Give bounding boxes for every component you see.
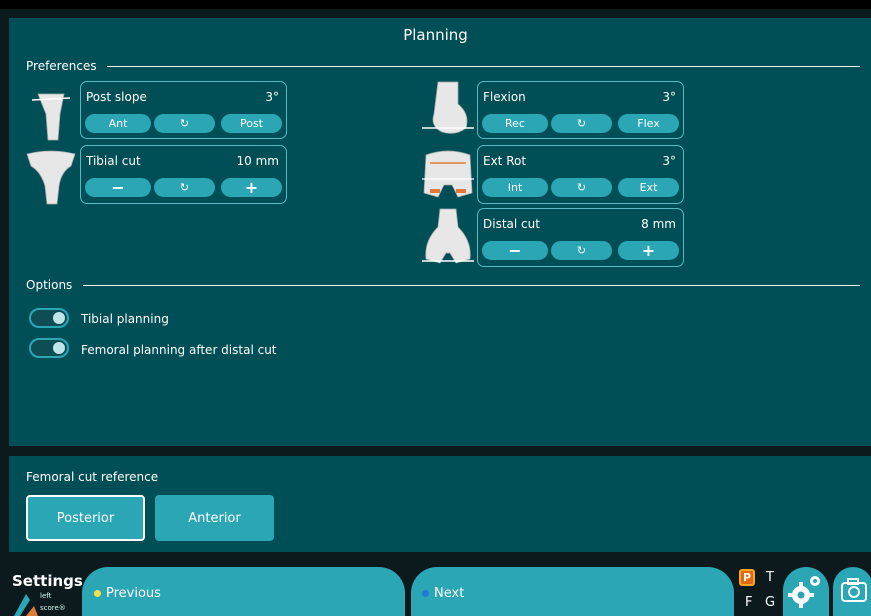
ext-rot-label: Ext Rot xyxy=(483,154,527,168)
post-slope-label: Post slope xyxy=(86,90,147,104)
distal-cut-control: Distal cut 8 mm − ↻ + xyxy=(477,208,684,267)
indicator-f: F xyxy=(745,595,753,610)
distal-cut-reset-button[interactable]: ↻ xyxy=(551,241,612,260)
post-slope-ant-button[interactable]: Ant xyxy=(85,114,151,133)
flexion-value: 3° xyxy=(662,90,676,104)
options-label: Options xyxy=(26,278,73,292)
anterior-option-button[interactable]: Anterior xyxy=(155,495,274,541)
next-label: Next xyxy=(434,585,465,601)
tibial-planning-toggle[interactable] xyxy=(29,308,69,328)
preferences-label: Preferences xyxy=(26,59,97,73)
ext-rot-control: Ext Rot 3° Int ↻ Ext xyxy=(477,145,684,204)
ext-rot-int-button[interactable]: Int xyxy=(482,178,548,197)
post-slope-control: Post slope 3° Ant ↻ Post xyxy=(80,81,287,139)
distal-cut-minus-button[interactable]: − xyxy=(482,241,548,260)
indicator-t: T xyxy=(766,570,774,585)
post-slope-reset-button[interactable]: ↻ xyxy=(154,114,215,133)
distal-cut-plus-button[interactable]: + xyxy=(618,241,679,260)
ext-rot-value: 3° xyxy=(662,154,676,168)
next-dot-icon xyxy=(422,589,429,597)
ext-rot-ext-button[interactable]: Ext xyxy=(618,178,679,197)
camera-icon xyxy=(841,578,867,602)
logo-text-left: left xyxy=(40,592,52,600)
flexion-reset-button[interactable]: ↻ xyxy=(551,114,612,133)
femoral-cut-reference-label: Femoral cut reference xyxy=(26,470,159,484)
femur-rotation-icon xyxy=(420,145,476,207)
next-button[interactable]: Next xyxy=(411,567,734,616)
page-title: Planning xyxy=(403,26,468,44)
logo-icon xyxy=(12,592,40,616)
femur-distal-icon xyxy=(420,207,476,273)
toggle-knob xyxy=(53,342,65,354)
tibial-cut-label: Tibial cut xyxy=(86,154,141,168)
femoral-planning-toggle[interactable] xyxy=(29,338,69,358)
tibial-planning-label: Tibial planning xyxy=(81,312,169,326)
gear-icon xyxy=(788,576,820,608)
settings-title: Settings xyxy=(12,572,83,590)
tibial-cut-value: 10 mm xyxy=(236,154,279,168)
flexion-label: Flexion xyxy=(483,90,526,104)
options-divider xyxy=(83,285,860,286)
settings-gear-button[interactable] xyxy=(783,567,829,616)
flexion-flex-button[interactable]: Flex xyxy=(618,114,679,133)
camera-button[interactable] xyxy=(833,567,871,616)
distal-cut-value: 8 mm xyxy=(641,217,676,231)
posterior-option-button[interactable]: Posterior xyxy=(26,495,145,541)
previous-label: Previous xyxy=(106,585,161,601)
tibia-slope-icon xyxy=(30,86,72,146)
ext-rot-reset-button[interactable]: ↻ xyxy=(551,178,612,197)
logo-text-score: score® xyxy=(40,604,66,612)
femoral-planning-label: Femoral planning after distal cut xyxy=(81,343,277,357)
tibial-cut-minus-button[interactable]: − xyxy=(85,178,151,197)
distal-cut-label: Distal cut xyxy=(483,217,540,231)
tibial-cut-plus-button[interactable]: + xyxy=(221,178,282,197)
previous-button[interactable]: Previous xyxy=(82,567,405,616)
toggle-knob xyxy=(53,312,65,324)
top-strip xyxy=(0,0,871,9)
femur-flexion-icon xyxy=(420,80,476,142)
post-slope-post-button[interactable]: Post xyxy=(221,114,282,133)
flexion-rec-button[interactable]: Rec xyxy=(482,114,548,133)
tibia-cut-icon xyxy=(25,146,77,210)
preferences-divider xyxy=(107,66,860,67)
previous-dot-icon xyxy=(94,589,101,597)
tibial-cut-reset-button[interactable]: ↻ xyxy=(154,178,215,197)
indicator-p: P xyxy=(739,569,755,586)
post-slope-value: 3° xyxy=(265,90,279,104)
tibial-cut-control: Tibial cut 10 mm − ↻ + xyxy=(80,145,287,204)
indicator-g: G xyxy=(765,595,776,610)
flexion-control: Flexion 3° Rec ↻ Flex xyxy=(477,81,684,139)
